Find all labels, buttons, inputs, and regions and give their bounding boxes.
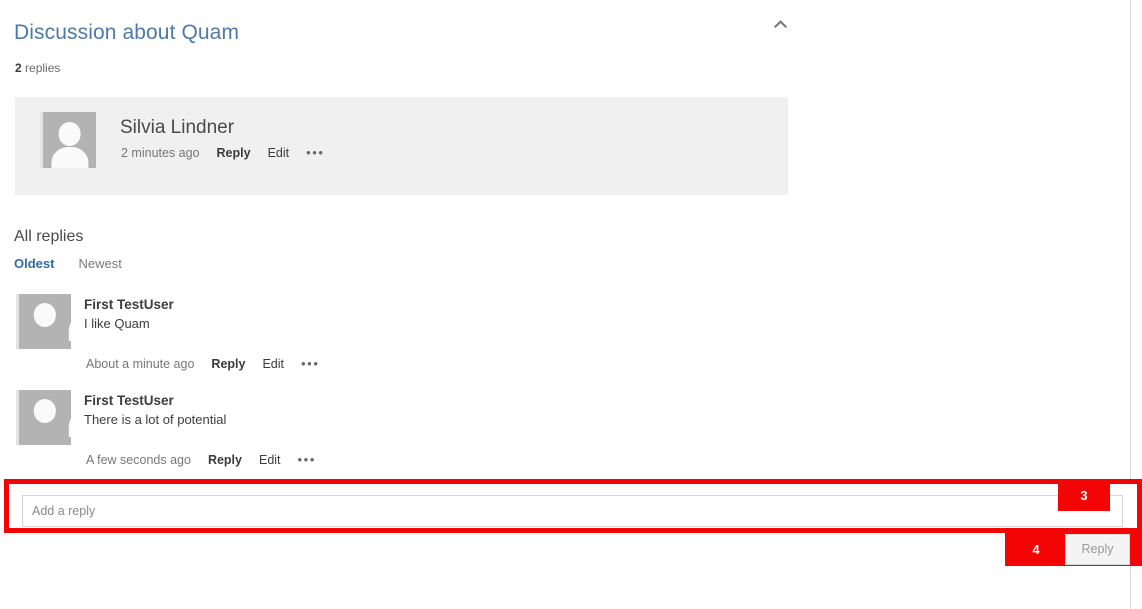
avatar-head-shape <box>33 399 57 423</box>
root-post-edit-link[interactable]: Edit <box>268 145 290 161</box>
avatar-body-shape <box>68 315 71 342</box>
user-avatar-icon <box>16 390 71 445</box>
user-avatar-icon <box>40 112 96 168</box>
root-post-timestamp: 2 minutes ago <box>121 146 200 160</box>
reply-reply-link[interactable]: Reply <box>211 356 245 372</box>
root-post-more-icon[interactable]: ••• <box>306 145 324 161</box>
root-post-author: Silvia Lindner <box>120 117 235 138</box>
reply-count-label: replies <box>21 61 61 75</box>
discussion-pane: Discussion about Quam 2 replies Silvia L… <box>0 0 1142 609</box>
reply-more-icon[interactable]: ••• <box>298 452 316 468</box>
avatar-head-shape <box>33 303 57 327</box>
reply-timestamp: A few seconds ago <box>86 453 191 467</box>
reply-meta: A few seconds ago Reply Edit ••• <box>86 452 316 468</box>
user-avatar-icon <box>16 294 71 349</box>
avatar-body-shape <box>50 146 89 168</box>
reply-reply-link[interactable]: Reply <box>208 452 242 468</box>
reply-edit-link[interactable]: Edit <box>262 356 284 372</box>
reply-submit-button[interactable]: Reply <box>1065 534 1130 565</box>
replies-sort-bar: Oldest Newest <box>14 255 122 273</box>
reply-body: I like Quam <box>84 316 150 331</box>
page-title: Discussion about Quam <box>14 21 240 44</box>
reply-count: 2 replies <box>15 60 60 76</box>
reply-body: There is a lot of potential <box>84 412 227 427</box>
reply-count-number: 2 <box>15 61 22 75</box>
annotation-badge-3: 3 <box>1058 479 1110 511</box>
reply-more-icon[interactable]: ••• <box>301 356 319 372</box>
reply-timestamp: About a minute ago <box>86 357 195 371</box>
avatar-head-shape <box>58 121 81 146</box>
reply-author: First TestUser <box>84 297 174 312</box>
reply-meta: About a minute ago Reply Edit ••• <box>86 356 319 372</box>
sort-option-oldest[interactable]: Oldest <box>14 255 54 273</box>
root-post-reply-link[interactable]: Reply <box>217 145 251 161</box>
root-post-card: Silvia Lindner 2 minutes ago Reply Edit … <box>15 97 788 195</box>
avatar-body-shape <box>68 411 71 438</box>
sort-option-newest[interactable]: Newest <box>78 255 121 273</box>
annotation-badge-4: 4 <box>1012 537 1060 562</box>
reply-author: First TestUser <box>84 393 174 408</box>
reply-edit-link[interactable]: Edit <box>259 452 281 468</box>
chevron-up-icon[interactable] <box>768 12 792 36</box>
all-replies-heading: All replies <box>14 228 84 245</box>
root-post-meta: 2 minutes ago Reply Edit ••• <box>121 145 325 161</box>
add-reply-input[interactable] <box>22 495 1123 527</box>
